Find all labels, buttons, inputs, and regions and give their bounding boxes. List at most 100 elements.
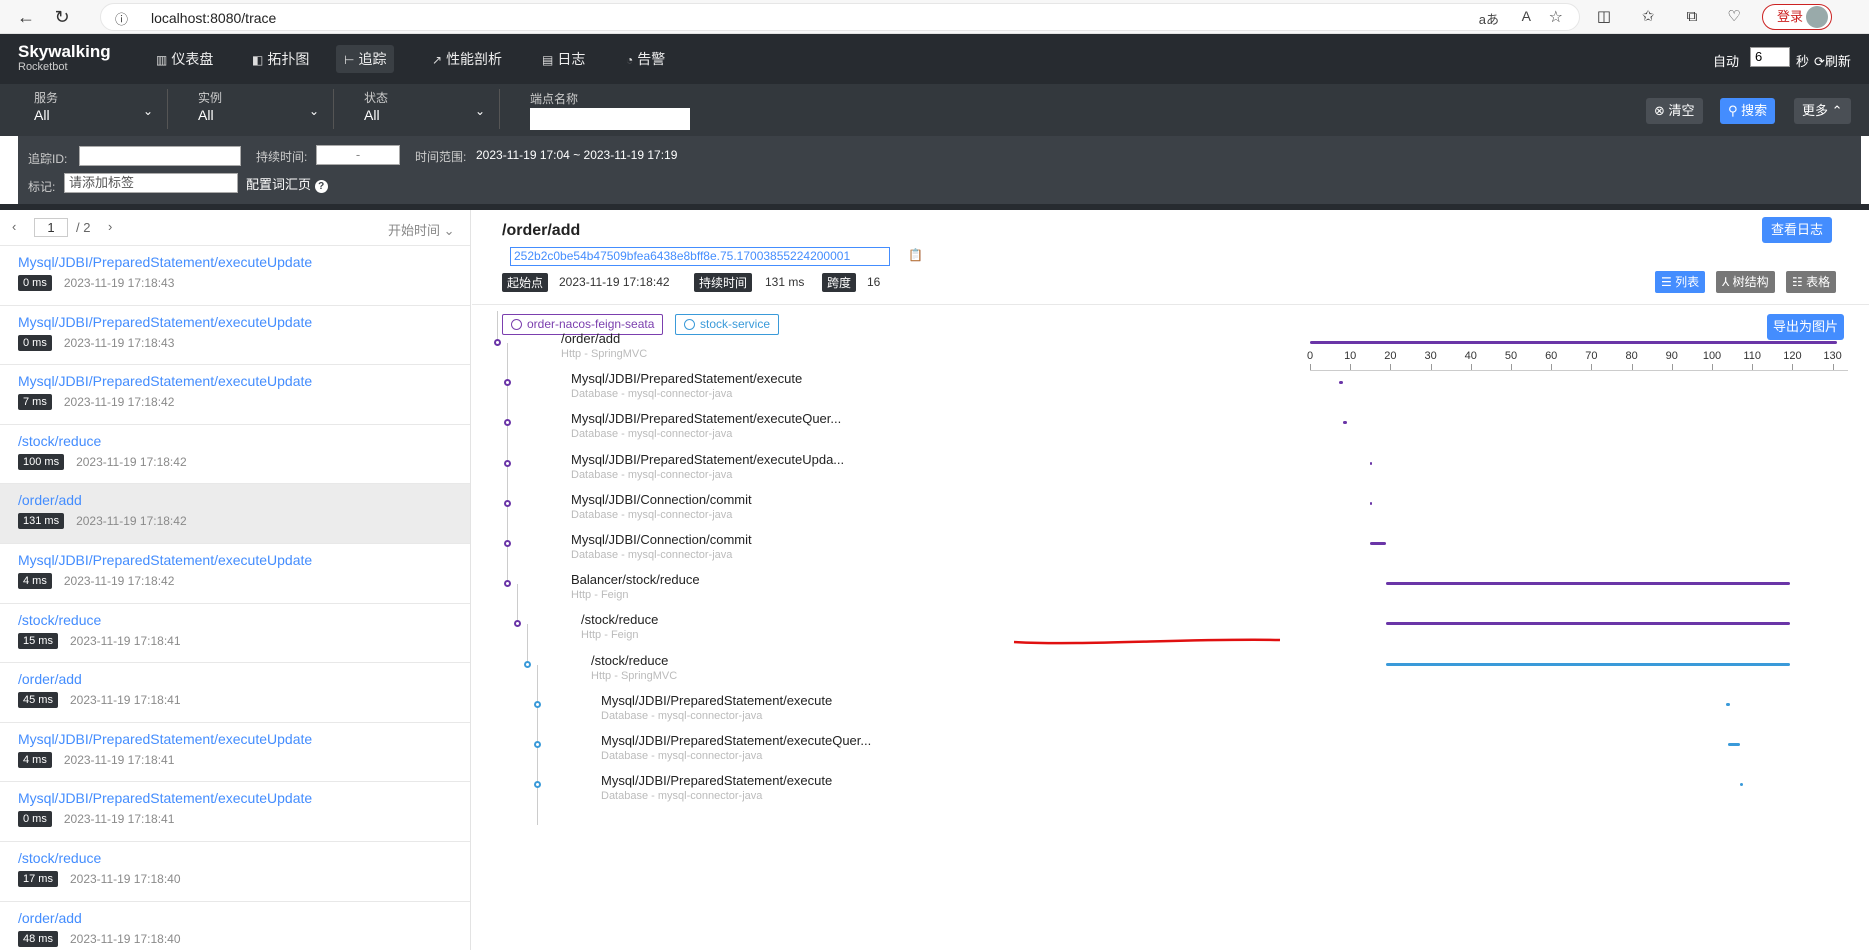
read-aloud-icon[interactable]: A: [1522, 8, 1531, 24]
trace-endpoint-link[interactable]: Mysql/JDBI/PreparedStatement/executeUpda…: [18, 790, 470, 806]
span-duration-bar[interactable]: [1728, 743, 1741, 746]
list-view-button[interactable]: ☰ 列表: [1655, 271, 1706, 293]
reload-icon[interactable]: ↻: [50, 5, 74, 29]
profile-avatar[interactable]: [1806, 6, 1828, 28]
nav-trace[interactable]: ⊢ 追踪: [336, 45, 395, 73]
favorite-star-icon[interactable]: ☆: [1549, 7, 1563, 27]
span-node-dot[interactable]: [534, 700, 541, 708]
trace-list-item[interactable]: /order/add 48 ms 2023-11-19 17:18:40: [0, 902, 470, 950]
trace-endpoint-link[interactable]: /stock/reduce: [18, 612, 470, 628]
span-duration-bar[interactable]: [1343, 421, 1347, 425]
span-duration-bar[interactable]: [1386, 662, 1791, 666]
collections-icon[interactable]: ⧉: [1680, 5, 1704, 29]
health-icon[interactable]: ♡: [1722, 5, 1746, 29]
trace-endpoint-link[interactable]: Mysql/JDBI/PreparedStatement/executeUpda…: [18, 552, 470, 568]
trace-endpoint-link[interactable]: Mysql/JDBI/PreparedStatement/executeUpda…: [18, 254, 470, 270]
instance-select[interactable]: 实例 All ⌄: [198, 89, 334, 129]
address-bar[interactable]: ⓘ localhost:8080/trace aあ A ☆: [100, 3, 1580, 31]
span-row[interactable]: Balancer/stock/reduce Http - Feign: [472, 572, 1869, 612]
back-icon[interactable]: ←: [14, 5, 38, 29]
trace-endpoint-link[interactable]: Mysql/JDBI/PreparedStatement/executeUpda…: [18, 314, 470, 330]
span-node-dot[interactable]: [504, 499, 511, 507]
status-select[interactable]: 状态 All ⌄: [364, 89, 500, 129]
nav-profile[interactable]: ↗ 性能剖析: [424, 45, 510, 73]
trace-list-item[interactable]: /order/add 45 ms 2023-11-19 17:18:41: [0, 663, 470, 723]
trace-list-item[interactable]: Mysql/JDBI/PreparedStatement/executeUpda…: [0, 365, 470, 425]
trace-endpoint-link[interactable]: /order/add: [18, 492, 470, 508]
chevron-left-icon[interactable]: ‹: [12, 219, 16, 234]
more-button[interactable]: 更多 ⌃: [1794, 98, 1851, 124]
trace-list-item[interactable]: Mysql/JDBI/PreparedStatement/executeUpda…: [0, 782, 470, 842]
view-log-button[interactable]: 查看日志: [1762, 217, 1833, 243]
trace-list-item[interactable]: /stock/reduce 15 ms 2023-11-19 17:18:41: [0, 604, 470, 664]
favorites-icon[interactable]: ✩: [1636, 5, 1660, 29]
span-node-dot[interactable]: [494, 339, 501, 346]
time-range-value[interactable]: 2023-11-19 17:04 ~ 2023-11-19 17:19: [476, 148, 677, 162]
config-vocabulary-link[interactable]: 配置词汇页 ?: [246, 174, 328, 193]
split-screen-icon[interactable]: ◫: [1592, 5, 1616, 29]
trace-endpoint-link[interactable]: Mysql/JDBI/PreparedStatement/executeUpda…: [18, 731, 470, 747]
span-node-dot[interactable]: [504, 459, 511, 467]
trace-list-item[interactable]: /order/add 131 ms 2023-11-19 17:18:42: [0, 484, 470, 544]
span-duration-bar[interactable]: [1310, 341, 1837, 344]
span-node-dot[interactable]: [534, 781, 541, 789]
table-view-button[interactable]: ☷ 表格: [1786, 271, 1837, 293]
nav-alarm[interactable]: ◔ 告警: [618, 45, 673, 73]
copy-icon[interactable]: 📋: [908, 248, 923, 262]
trace-endpoint-link[interactable]: Mysql/JDBI/PreparedStatement/executeUpda…: [18, 373, 470, 389]
span-duration-bar[interactable]: [1740, 783, 1743, 787]
span-row[interactable]: Mysql/JDBI/PreparedStatement/execute Data…: [472, 773, 1869, 813]
chevron-right-icon[interactable]: ›: [108, 219, 112, 234]
span-row[interactable]: Mysql/JDBI/PreparedStatement/executeUpda…: [472, 452, 1869, 492]
nav-topology[interactable]: ◧ 拓扑图: [244, 45, 317, 73]
trace-id-select[interactable]: 252b2c0be54b47509bfea6438e8bff8e.75.1700…: [510, 247, 890, 266]
span-duration-bar[interactable]: [1386, 622, 1791, 626]
span-node-dot[interactable]: [504, 540, 511, 547]
translate-icon[interactable]: aあ: [1479, 9, 1499, 28]
span-duration-bar[interactable]: [1726, 702, 1730, 706]
span-row[interactable]: Mysql/JDBI/PreparedStatement/execute Data…: [472, 693, 1869, 733]
trace-endpoint-link[interactable]: /order/add: [18, 671, 470, 687]
trace-endpoint-link[interactable]: /stock/reduce: [18, 850, 470, 866]
span-duration-bar[interactable]: [1370, 542, 1387, 545]
span-node-dot[interactable]: [504, 580, 511, 588]
span-node-dot[interactable]: [504, 419, 511, 427]
trace-list-item[interactable]: Mysql/JDBI/PreparedStatement/executeUpda…: [0, 246, 470, 306]
endpoint-input[interactable]: [530, 108, 690, 130]
span-row[interactable]: /order/add Http - SpringMVC: [472, 331, 1869, 371]
span-node-dot[interactable]: [524, 660, 531, 668]
tags-input[interactable]: 请添加标签: [64, 173, 238, 193]
nav-log[interactable]: ▤ 日志: [534, 45, 593, 73]
site-info-icon[interactable]: ⓘ: [115, 9, 128, 28]
trace-list-item[interactable]: Mysql/JDBI/PreparedStatement/executeUpda…: [0, 723, 470, 783]
span-duration-bar[interactable]: [1370, 461, 1373, 465]
span-row[interactable]: /stock/reduce Http - SpringMVC: [472, 653, 1869, 693]
search-button[interactable]: ⚲ 搜索: [1720, 98, 1776, 124]
span-row[interactable]: Mysql/JDBI/PreparedStatement/executeQuer…: [472, 733, 1869, 773]
span-row[interactable]: Mysql/JDBI/PreparedStatement/execute Data…: [472, 371, 1869, 411]
trace-id-input[interactable]: [79, 146, 241, 166]
span-row[interactable]: Mysql/JDBI/Connection/commit Database - m…: [472, 492, 1869, 532]
span-node-dot[interactable]: [514, 620, 521, 628]
trace-list-item[interactable]: /stock/reduce 100 ms 2023-11-19 17:18:42: [0, 425, 470, 485]
auto-refresh-label[interactable]: 自动: [1713, 51, 1739, 70]
trace-list-item[interactable]: Mysql/JDBI/PreparedStatement/executeUpda…: [0, 544, 470, 604]
sort-select[interactable]: 开始时间 ⌄: [388, 220, 455, 239]
span-row[interactable]: Mysql/JDBI/PreparedStatement/executeQuer…: [472, 411, 1869, 451]
span-node-dot[interactable]: [534, 741, 541, 748]
span-node-dot[interactable]: [504, 379, 511, 387]
span-row[interactable]: Mysql/JDBI/Connection/commit Database - m…: [472, 532, 1869, 572]
trace-endpoint-link[interactable]: /order/add: [18, 910, 470, 926]
logo[interactable]: Skywalking Rocketbot: [18, 42, 111, 73]
span-duration-bar[interactable]: [1339, 381, 1343, 385]
service-select[interactable]: 服务 All ⌄: [34, 89, 168, 129]
auto-refresh-interval-input[interactable]: 6: [1750, 47, 1790, 67]
page-input[interactable]: 1: [34, 218, 68, 237]
trace-endpoint-link[interactable]: /stock/reduce: [18, 433, 470, 449]
nav-dashboard[interactable]: ▥ 仪表盘: [148, 45, 221, 73]
span-duration-bar[interactable]: [1370, 501, 1373, 505]
refresh-button[interactable]: ⟳刷新: [1814, 51, 1851, 70]
trace-list-item[interactable]: Mysql/JDBI/PreparedStatement/executeUpda…: [0, 306, 470, 366]
trace-list-item[interactable]: /stock/reduce 17 ms 2023-11-19 17:18:40: [0, 842, 470, 902]
clear-button[interactable]: ⊗ 清空: [1646, 98, 1703, 124]
